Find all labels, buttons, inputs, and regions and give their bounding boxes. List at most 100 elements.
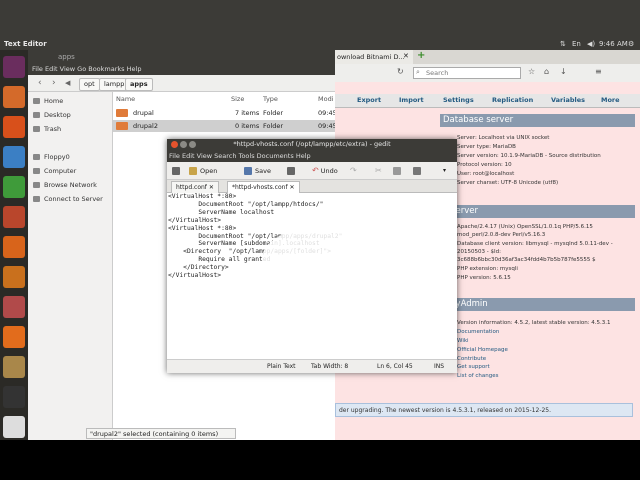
files-icon[interactable] xyxy=(3,86,25,108)
calc-icon[interactable] xyxy=(3,176,25,198)
menu-file[interactable]: File xyxy=(169,152,180,160)
column-modified[interactable]: Modi xyxy=(318,95,334,103)
language-indicator[interactable]: En xyxy=(572,40,581,48)
sidebar-item-computer[interactable]: Computer xyxy=(33,167,76,175)
tab-more[interactable]: More xyxy=(601,96,620,104)
menu-view[interactable]: View xyxy=(60,65,75,73)
link-homepage[interactable]: Official Homepage xyxy=(457,347,508,353)
settings-icon[interactable] xyxy=(3,296,25,318)
menu-edit[interactable]: Edit xyxy=(182,152,195,160)
menu-tools[interactable]: Tools xyxy=(239,152,255,160)
redo-icon[interactable]: ↷ xyxy=(350,165,357,177)
panel-app-title: Text Editor xyxy=(4,40,47,48)
sidebar-item-desktop[interactable]: Desktop xyxy=(33,111,71,119)
network-icon xyxy=(33,182,40,188)
writer-icon[interactable] xyxy=(3,146,25,168)
tab-settings[interactable]: Settings xyxy=(443,96,474,104)
xampp-icon[interactable] xyxy=(3,326,25,348)
ubuntu-dash-icon[interactable] xyxy=(3,56,25,78)
sidebar-item-floppy[interactable]: Floppy0 xyxy=(33,153,70,161)
gear-icon[interactable]: ⚙ xyxy=(628,40,634,48)
print-button[interactable] xyxy=(287,165,298,177)
link-documentation[interactable]: Documentation xyxy=(457,329,499,335)
menu-icon[interactable]: ≡ xyxy=(595,67,602,76)
firefox-icon[interactable] xyxy=(3,116,25,138)
text-editor-icon[interactable] xyxy=(3,416,25,438)
file-manager-titlebar: apps xyxy=(28,50,335,64)
reload-icon[interactable]: ↻ xyxy=(397,67,404,76)
tab-export[interactable]: Export xyxy=(357,96,381,104)
column-type[interactable]: Type xyxy=(263,95,278,103)
menu-file[interactable]: File xyxy=(32,65,43,73)
column-size[interactable]: Size xyxy=(231,95,244,103)
link-contribute[interactable]: Contribute xyxy=(457,356,486,362)
link-changes[interactable]: List of changes xyxy=(457,373,499,379)
copy-button[interactable] xyxy=(393,165,404,177)
amazon-icon[interactable] xyxy=(3,266,25,288)
open-button[interactable]: Open xyxy=(189,165,217,177)
close-tab-icon[interactable]: ✕ xyxy=(403,52,409,60)
software-center-icon[interactable] xyxy=(3,236,25,258)
menu-help[interactable]: Help xyxy=(127,65,142,73)
places-sidebar: Home Desktop Trash Floppy0 Computer Brow… xyxy=(28,92,113,440)
close-icon[interactable] xyxy=(171,141,178,148)
sidebar-item-network[interactable]: Browse Network xyxy=(33,181,97,189)
breadcrumb-opt[interactable]: opt xyxy=(79,78,100,91)
sidebar-item-label: Floppy0 xyxy=(44,153,70,161)
sidebar-item-home[interactable]: Home xyxy=(33,97,63,105)
menu-help[interactable]: Help xyxy=(296,152,311,160)
undo-button[interactable]: ↶ Undo xyxy=(312,165,338,177)
browser-tabstrip: ownload Bitnami D... ✕ + xyxy=(335,50,640,64)
tab-import[interactable]: Import xyxy=(399,96,424,104)
bookmark-icon[interactable]: ☆ xyxy=(528,67,535,76)
scroll-left-icon[interactable]: ◀ xyxy=(65,79,70,87)
file-row-selected[interactable]: drupal2 0 items Folder 09:45 xyxy=(113,120,337,132)
new-tab-icon[interactable]: + xyxy=(417,50,425,61)
save-button[interactable]: Save xyxy=(244,165,271,177)
close-icon[interactable]: ✕ xyxy=(209,184,214,191)
file-row[interactable]: drupal 7 items Folder 09:45 xyxy=(113,107,337,119)
network-icon[interactable]: ⇅ xyxy=(560,40,566,48)
list-item: Server: Localhost via UNIX socket xyxy=(457,135,550,141)
column-name[interactable]: Name xyxy=(116,95,135,103)
text-editor-area[interactable]: <VirtualHost *:80> DocumentRoot "/opt/la… xyxy=(167,193,457,359)
close-icon[interactable]: ✕ xyxy=(289,184,294,191)
link-support[interactable]: Get support xyxy=(457,364,490,370)
tab-label: *httpd-vhosts.conf xyxy=(232,184,288,191)
minimize-icon[interactable] xyxy=(180,141,187,148)
tab-variables[interactable]: Variables xyxy=(551,96,585,104)
paste-button[interactable] xyxy=(413,165,424,177)
back-icon[interactable]: ‹ xyxy=(38,78,42,88)
new-file-button[interactable] xyxy=(172,165,183,177)
browser-tab[interactable]: ownload Bitnami D... xyxy=(335,50,413,64)
sidebar-item-trash[interactable]: Trash xyxy=(33,125,61,133)
menu-view[interactable]: View xyxy=(197,152,212,160)
tab-replication[interactable]: Replication xyxy=(492,96,533,104)
terminal-icon[interactable] xyxy=(3,386,25,408)
menu-documents[interactable]: Documents xyxy=(257,152,294,160)
clock[interactable]: 9:46 AM xyxy=(599,40,628,48)
download-icon[interactable]: ↓ xyxy=(560,67,567,76)
cut-icon[interactable]: ✂ xyxy=(375,165,382,177)
tab-width-select[interactable]: Tab Width: 8 xyxy=(311,360,348,373)
search-input[interactable]: Search xyxy=(413,67,521,79)
impress-icon[interactable] xyxy=(3,206,25,228)
volume-icon[interactable]: ◀) xyxy=(587,40,595,48)
sidebar-item-connect-server[interactable]: Connect to Server xyxy=(33,195,103,203)
sidebar-item-label: Desktop xyxy=(44,111,71,119)
menu-go[interactable]: Go xyxy=(77,65,86,73)
menu-bookmarks[interactable]: Bookmarks xyxy=(88,65,124,73)
breadcrumb-apps[interactable]: apps xyxy=(125,78,153,91)
chevron-down-icon[interactable]: ▾ xyxy=(443,165,446,177)
menu-edit[interactable]: Edit xyxy=(45,65,58,73)
maximize-icon[interactable] xyxy=(189,141,196,148)
archive-icon[interactable] xyxy=(3,356,25,378)
menu-search[interactable]: Search xyxy=(214,152,236,160)
home-icon[interactable]: ⌂ xyxy=(544,67,549,76)
code-content[interactable]: <VirtualHost *:80> DocumentRoot "/opt/la… xyxy=(168,193,342,280)
forward-icon[interactable]: › xyxy=(52,78,56,88)
link-wiki[interactable]: Wiki xyxy=(457,338,469,344)
unity-launcher xyxy=(0,50,28,440)
language-select[interactable]: Plain Text xyxy=(267,360,295,373)
file-manager-status: "drupal2" selected (containing 0 items) xyxy=(86,428,236,439)
